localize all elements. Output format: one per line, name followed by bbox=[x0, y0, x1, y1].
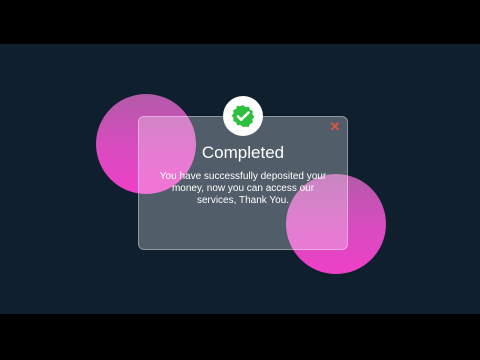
background-stage: ✕ Completed You have successfully deposi… bbox=[0, 44, 480, 314]
check-icon bbox=[231, 105, 255, 127]
close-icon: ✕ bbox=[329, 119, 341, 134]
success-badge bbox=[223, 96, 263, 136]
dialog-message: You have successfully deposited your mon… bbox=[159, 171, 327, 206]
dialog-title: Completed bbox=[201, 143, 285, 162]
close-button[interactable]: ✕ bbox=[328, 120, 342, 134]
